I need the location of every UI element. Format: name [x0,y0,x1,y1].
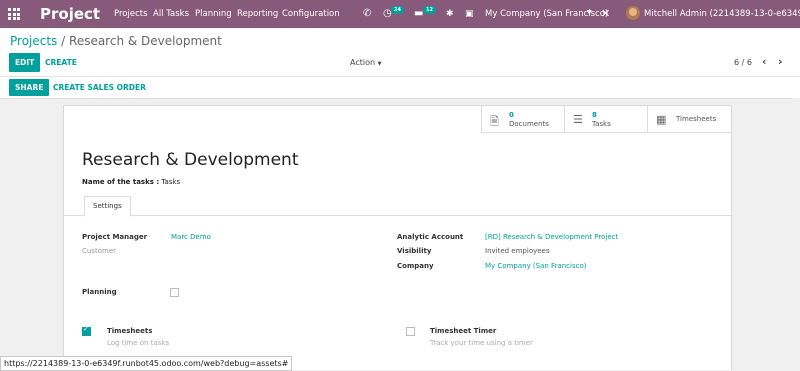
tasks-label: Tasks [592,120,611,128]
caret-down-icon[interactable]: ▼ [587,9,592,16]
timesheets-checkbox[interactable] [82,325,91,336]
pager-value[interactable]: 6 / 6 [734,58,752,67]
menu-reporting[interactable]: Reporting [237,9,278,19]
name-of-tasks-label: Name of the tasks : [82,178,160,186]
app-name[interactable]: Project [40,5,100,23]
breadcrumb-projects[interactable]: Projects [10,34,57,48]
pager-previous-icon[interactable]: ‹ [762,55,767,68]
menu-configuration[interactable]: Configuration [282,9,340,19]
project-manager-field[interactable]: Marc Demo [171,233,211,241]
document-icon: 🗎 [490,115,499,128]
phone-icon[interactable]: ✆ [363,8,371,20]
activity-badge: 24 [391,6,404,14]
page-title: Research & Development [82,150,299,170]
documents-label: Documents [509,120,549,128]
timesheets-option-desc: Log time on tasks [107,339,170,347]
messages-badge: 12 [423,6,436,14]
tasks-icon: ☰ [573,113,583,126]
create-button[interactable]: CREATE [45,58,77,67]
documents-smart-button[interactable]: 🗎 0 Documents [481,106,565,132]
timesheets-option-title: Timesheets [107,327,153,335]
top-navbar: Project Projects All Tasks Planning Repo… [0,0,800,28]
tasks-count: 8 [592,111,597,119]
menu-all-tasks[interactable]: All Tasks [153,9,189,19]
gift-icon[interactable]: ▣ [465,8,474,20]
calendar-icon: ▦ [656,113,667,126]
timesheets-label: Timesheets [676,115,717,123]
tasks-smart-button[interactable]: ☰ 8 Tasks [564,106,648,132]
share-button[interactable]: SHARE [9,79,50,96]
action-dropdown[interactable]: Action ▼ [350,58,381,67]
project-manager-label: Project Manager [82,233,148,241]
form-sheet: 🗎 0 Documents ☰ 8 Tasks ▦ Timesheets Res… [63,105,732,370]
close-icon[interactable]: ✕ [601,7,610,20]
breadcrumb: Projects / Research & Development [10,34,222,48]
control-panel: Projects / Research & Development EDIT C… [0,28,800,99]
documents-count: 0 [509,111,514,119]
name-of-tasks: Name of the tasks : Tasks [82,178,180,186]
smart-buttons: 🗎 0 Documents ☰ 8 Tasks ▦ Timesheets [481,106,731,133]
bug-icon[interactable]: ✱ [446,8,454,20]
breadcrumb-separator: / [61,34,66,48]
planning-label: Planning [82,288,117,296]
user-menu[interactable]: Mitchell Admin (2214389-13-0-e6349f-all) [644,9,800,19]
caret-down-icon: ▼ [377,61,382,67]
action-label: Action [350,58,376,67]
company-field[interactable]: My Company (San Francisco) [485,262,586,270]
tabs-divider [64,215,731,216]
analytic-account-field[interactable]: [RD] Research & Development Project [485,233,618,241]
menu-planning[interactable]: Planning [195,9,232,19]
apps-menu-icon[interactable] [8,8,20,20]
timesheet-timer-title: Timesheet Timer [430,327,497,335]
name-of-tasks-value[interactable]: Tasks [161,178,180,186]
customer-label: Customer [82,247,117,255]
edit-button[interactable]: EDIT [9,53,41,72]
tab-settings[interactable]: Settings [84,196,131,217]
analytic-account-label: Analytic Account [397,233,464,241]
pager-next-icon[interactable]: › [778,55,783,68]
company-label: Company [397,262,434,270]
divider [0,76,800,77]
planning-checkbox[interactable] [170,288,179,297]
menu-projects[interactable]: Projects [114,9,148,19]
timesheet-timer-checkbox[interactable] [406,327,415,336]
avatar[interactable] [626,6,640,20]
create-sales-order-button[interactable]: CREATE SALES ORDER [53,83,146,92]
breadcrumb-current: Research & Development [69,34,222,48]
timesheet-timer-desc: Track your time using a timer [430,339,533,347]
timesheets-smart-button[interactable]: ▦ Timesheets [647,106,732,132]
visibility-label: Visibility [397,247,432,255]
visibility-field[interactable]: Invited employees [485,247,550,255]
scrollbar[interactable] [792,98,800,369]
